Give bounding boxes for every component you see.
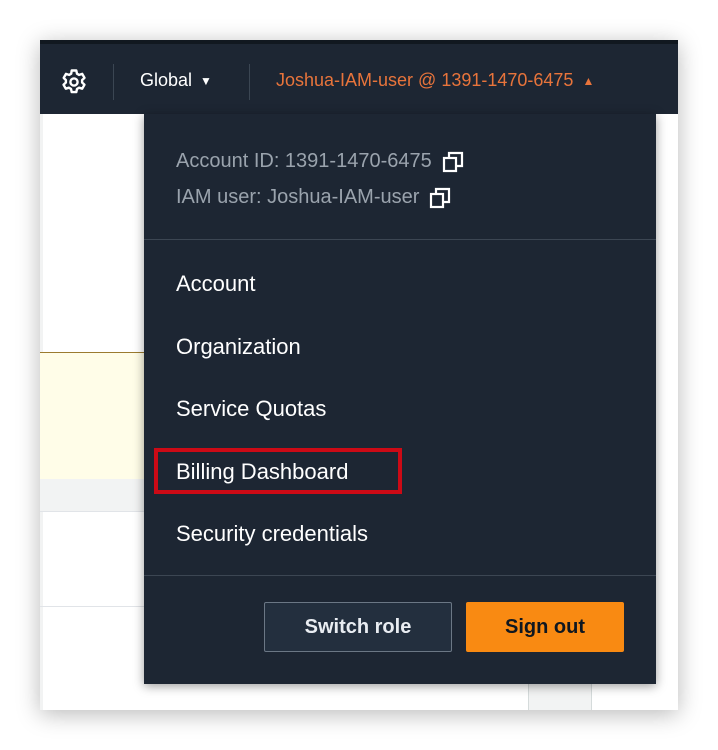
content-divider	[40, 606, 150, 607]
region-selector[interactable]: Global ▼	[140, 70, 212, 91]
iam-user-row: IAM user: Joshua-IAM-user	[176, 186, 451, 209]
menu-item-security-credentials[interactable]: Security credentials	[176, 521, 368, 547]
gear-icon[interactable]	[60, 68, 88, 96]
pagination-box	[528, 680, 592, 710]
account-id-row: Account ID: 1391-1470-6475	[176, 150, 464, 173]
topbar-divider	[113, 64, 114, 100]
topbar-strip	[40, 40, 678, 44]
region-label: Global	[140, 70, 193, 90]
account-dropdown: Account ID: 1391-1470-6475 IAM user: Jos…	[144, 114, 656, 684]
menu-separator	[144, 239, 656, 240]
iam-user-text: IAM user: Joshua-IAM-user	[176, 186, 420, 208]
menu-item-organization[interactable]: Organization	[176, 334, 301, 360]
warning-banner	[40, 352, 150, 480]
top-navigation-bar: Global ▼ Joshua-IAM-user @ 1391-1470-647…	[40, 40, 678, 114]
caret-up-icon: ▲	[582, 73, 595, 88]
menu-item-account[interactable]: Account	[176, 271, 256, 297]
sign-out-button[interactable]: Sign out	[466, 602, 624, 652]
menu-separator	[144, 575, 656, 576]
account-menu-label: Joshua-IAM-user @ 1391-1470-6475	[276, 70, 574, 90]
caret-down-icon: ▼	[200, 73, 212, 88]
menu-item-billing-dashboard[interactable]: Billing Dashboard	[176, 459, 348, 485]
account-menu-toggle[interactable]: Joshua-IAM-user @ 1391-1470-6475 ▲	[276, 70, 594, 91]
copy-icon[interactable]	[429, 187, 451, 209]
browser-window: Global ▼ Joshua-IAM-user @ 1391-1470-647…	[40, 40, 678, 710]
topbar-divider	[249, 64, 250, 100]
account-id-text: Account ID: 1391-1470-6475	[176, 150, 432, 172]
copy-icon[interactable]	[442, 151, 464, 173]
table-header-band	[40, 479, 150, 512]
menu-item-service-quotas[interactable]: Service Quotas	[176, 396, 326, 422]
switch-role-button[interactable]: Switch role	[264, 602, 452, 652]
